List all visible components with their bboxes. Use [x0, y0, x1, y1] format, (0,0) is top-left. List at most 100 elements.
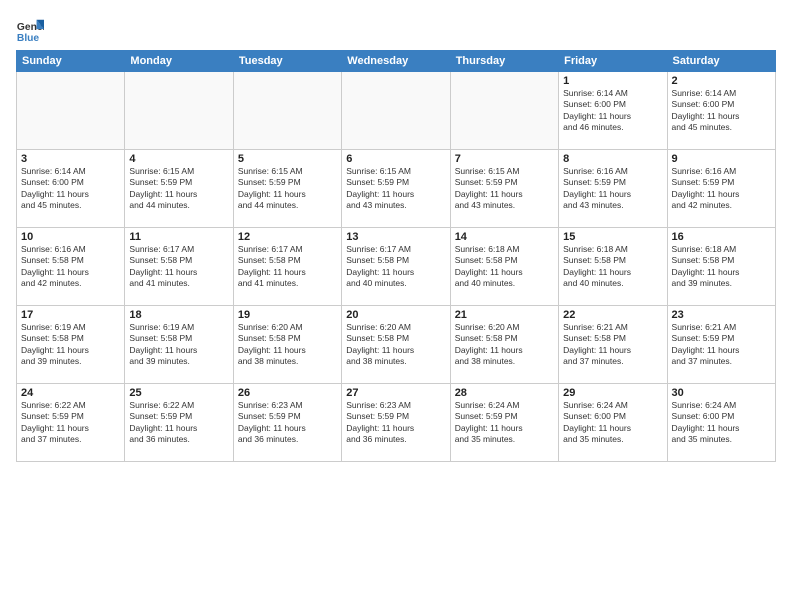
calendar-cell: 10Sunrise: 6:16 AM Sunset: 5:58 PM Dayli…	[17, 228, 125, 306]
day-info: Sunrise: 6:15 AM Sunset: 5:59 PM Dayligh…	[346, 166, 445, 212]
header: General Blue	[16, 12, 776, 44]
day-info: Sunrise: 6:17 AM Sunset: 5:58 PM Dayligh…	[129, 244, 228, 290]
day-info: Sunrise: 6:21 AM Sunset: 5:59 PM Dayligh…	[672, 322, 771, 368]
day-number: 7	[455, 153, 554, 165]
calendar-cell: 25Sunrise: 6:22 AM Sunset: 5:59 PM Dayli…	[125, 384, 233, 462]
calendar-cell: 5Sunrise: 6:15 AM Sunset: 5:59 PM Daylig…	[233, 150, 341, 228]
day-info: Sunrise: 6:18 AM Sunset: 5:58 PM Dayligh…	[672, 244, 771, 290]
calendar-header-row: SundayMondayTuesdayWednesdayThursdayFrid…	[17, 51, 776, 72]
calendar-cell: 28Sunrise: 6:24 AM Sunset: 5:59 PM Dayli…	[450, 384, 558, 462]
calendar-cell	[17, 72, 125, 150]
day-info: Sunrise: 6:15 AM Sunset: 5:59 PM Dayligh…	[455, 166, 554, 212]
day-number: 9	[672, 153, 771, 165]
calendar-cell: 7Sunrise: 6:15 AM Sunset: 5:59 PM Daylig…	[450, 150, 558, 228]
svg-text:Blue: Blue	[17, 33, 40, 44]
day-info: Sunrise: 6:16 AM Sunset: 5:59 PM Dayligh…	[563, 166, 662, 212]
day-info: Sunrise: 6:14 AM Sunset: 6:00 PM Dayligh…	[672, 88, 771, 134]
calendar-cell: 26Sunrise: 6:23 AM Sunset: 5:59 PM Dayli…	[233, 384, 341, 462]
day-info: Sunrise: 6:18 AM Sunset: 5:58 PM Dayligh…	[455, 244, 554, 290]
day-info: Sunrise: 6:22 AM Sunset: 5:59 PM Dayligh…	[129, 400, 228, 446]
calendar-cell: 12Sunrise: 6:17 AM Sunset: 5:58 PM Dayli…	[233, 228, 341, 306]
day-number: 17	[21, 309, 120, 321]
calendar-cell: 8Sunrise: 6:16 AM Sunset: 5:59 PM Daylig…	[559, 150, 667, 228]
day-number: 22	[563, 309, 662, 321]
calendar-week-5: 24Sunrise: 6:22 AM Sunset: 5:59 PM Dayli…	[17, 384, 776, 462]
day-info: Sunrise: 6:15 AM Sunset: 5:59 PM Dayligh…	[238, 166, 337, 212]
day-info: Sunrise: 6:20 AM Sunset: 5:58 PM Dayligh…	[238, 322, 337, 368]
calendar-cell: 4Sunrise: 6:15 AM Sunset: 5:59 PM Daylig…	[125, 150, 233, 228]
calendar-body: 1Sunrise: 6:14 AM Sunset: 6:00 PM Daylig…	[17, 72, 776, 462]
day-number: 3	[21, 153, 120, 165]
day-info: Sunrise: 6:23 AM Sunset: 5:59 PM Dayligh…	[238, 400, 337, 446]
calendar-cell: 20Sunrise: 6:20 AM Sunset: 5:58 PM Dayli…	[342, 306, 450, 384]
calendar-cell	[342, 72, 450, 150]
calendar-week-3: 10Sunrise: 6:16 AM Sunset: 5:58 PM Dayli…	[17, 228, 776, 306]
calendar-week-4: 17Sunrise: 6:19 AM Sunset: 5:58 PM Dayli…	[17, 306, 776, 384]
day-info: Sunrise: 6:20 AM Sunset: 5:58 PM Dayligh…	[346, 322, 445, 368]
day-number: 6	[346, 153, 445, 165]
day-info: Sunrise: 6:24 AM Sunset: 5:59 PM Dayligh…	[455, 400, 554, 446]
day-number: 16	[672, 231, 771, 243]
calendar-cell: 2Sunrise: 6:14 AM Sunset: 6:00 PM Daylig…	[667, 72, 775, 150]
day-number: 8	[563, 153, 662, 165]
calendar-cell: 27Sunrise: 6:23 AM Sunset: 5:59 PM Dayli…	[342, 384, 450, 462]
calendar-cell: 13Sunrise: 6:17 AM Sunset: 5:58 PM Dayli…	[342, 228, 450, 306]
day-info: Sunrise: 6:14 AM Sunset: 6:00 PM Dayligh…	[21, 166, 120, 212]
day-number: 12	[238, 231, 337, 243]
day-info: Sunrise: 6:20 AM Sunset: 5:58 PM Dayligh…	[455, 322, 554, 368]
calendar-header-thursday: Thursday	[450, 51, 558, 72]
calendar-cell: 17Sunrise: 6:19 AM Sunset: 5:58 PM Dayli…	[17, 306, 125, 384]
logo-icon: General Blue	[16, 16, 44, 44]
day-number: 23	[672, 309, 771, 321]
calendar-header-friday: Friday	[559, 51, 667, 72]
logo: General Blue	[16, 16, 47, 44]
calendar-cell: 23Sunrise: 6:21 AM Sunset: 5:59 PM Dayli…	[667, 306, 775, 384]
day-number: 25	[129, 387, 228, 399]
calendar-cell: 15Sunrise: 6:18 AM Sunset: 5:58 PM Dayli…	[559, 228, 667, 306]
calendar-cell: 3Sunrise: 6:14 AM Sunset: 6:00 PM Daylig…	[17, 150, 125, 228]
calendar-header-monday: Monday	[125, 51, 233, 72]
calendar-cell	[450, 72, 558, 150]
calendar-week-1: 1Sunrise: 6:14 AM Sunset: 6:00 PM Daylig…	[17, 72, 776, 150]
calendar-cell: 29Sunrise: 6:24 AM Sunset: 6:00 PM Dayli…	[559, 384, 667, 462]
calendar-table: SundayMondayTuesdayWednesdayThursdayFrid…	[16, 50, 776, 462]
day-info: Sunrise: 6:17 AM Sunset: 5:58 PM Dayligh…	[238, 244, 337, 290]
calendar-cell: 24Sunrise: 6:22 AM Sunset: 5:59 PM Dayli…	[17, 384, 125, 462]
day-number: 10	[21, 231, 120, 243]
calendar-cell: 14Sunrise: 6:18 AM Sunset: 5:58 PM Dayli…	[450, 228, 558, 306]
calendar-cell: 18Sunrise: 6:19 AM Sunset: 5:58 PM Dayli…	[125, 306, 233, 384]
calendar-cell: 19Sunrise: 6:20 AM Sunset: 5:58 PM Dayli…	[233, 306, 341, 384]
calendar-cell: 9Sunrise: 6:16 AM Sunset: 5:59 PM Daylig…	[667, 150, 775, 228]
day-number: 29	[563, 387, 662, 399]
day-number: 18	[129, 309, 228, 321]
day-number: 2	[672, 75, 771, 87]
day-number: 5	[238, 153, 337, 165]
day-number: 20	[346, 309, 445, 321]
calendar-cell: 6Sunrise: 6:15 AM Sunset: 5:59 PM Daylig…	[342, 150, 450, 228]
day-number: 27	[346, 387, 445, 399]
day-info: Sunrise: 6:23 AM Sunset: 5:59 PM Dayligh…	[346, 400, 445, 446]
day-info: Sunrise: 6:14 AM Sunset: 6:00 PM Dayligh…	[563, 88, 662, 134]
day-number: 1	[563, 75, 662, 87]
calendar-header-wednesday: Wednesday	[342, 51, 450, 72]
day-info: Sunrise: 6:19 AM Sunset: 5:58 PM Dayligh…	[21, 322, 120, 368]
day-info: Sunrise: 6:21 AM Sunset: 5:58 PM Dayligh…	[563, 322, 662, 368]
calendar-cell: 16Sunrise: 6:18 AM Sunset: 5:58 PM Dayli…	[667, 228, 775, 306]
day-number: 28	[455, 387, 554, 399]
day-number: 13	[346, 231, 445, 243]
day-number: 26	[238, 387, 337, 399]
day-info: Sunrise: 6:16 AM Sunset: 5:59 PM Dayligh…	[672, 166, 771, 212]
calendar-header-sunday: Sunday	[17, 51, 125, 72]
calendar-cell: 11Sunrise: 6:17 AM Sunset: 5:58 PM Dayli…	[125, 228, 233, 306]
day-info: Sunrise: 6:18 AM Sunset: 5:58 PM Dayligh…	[563, 244, 662, 290]
calendar-week-2: 3Sunrise: 6:14 AM Sunset: 6:00 PM Daylig…	[17, 150, 776, 228]
calendar-cell: 22Sunrise: 6:21 AM Sunset: 5:58 PM Dayli…	[559, 306, 667, 384]
day-info: Sunrise: 6:22 AM Sunset: 5:59 PM Dayligh…	[21, 400, 120, 446]
day-number: 11	[129, 231, 228, 243]
day-number: 15	[563, 231, 662, 243]
day-info: Sunrise: 6:15 AM Sunset: 5:59 PM Dayligh…	[129, 166, 228, 212]
day-info: Sunrise: 6:19 AM Sunset: 5:58 PM Dayligh…	[129, 322, 228, 368]
calendar-cell	[233, 72, 341, 150]
calendar-cell	[125, 72, 233, 150]
calendar-header-tuesday: Tuesday	[233, 51, 341, 72]
